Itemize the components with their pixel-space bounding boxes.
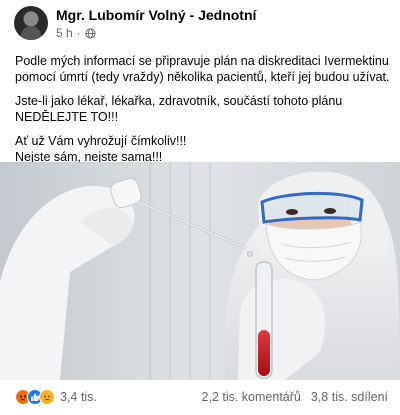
post-paragraph: Podle mých informací se připravuje plán …	[15, 54, 390, 84]
post-paragraph: Jste-li jako lékař, lékařka, zdravotník,…	[15, 94, 343, 124]
post-photo[interactable]	[0, 162, 400, 380]
post-paragraph: Ať už Vám vyhrožují čímkoliv!!! Nejste s…	[15, 134, 187, 164]
post-stats: 2,2 tis. komentářů 3,8 tis. sdílení	[202, 390, 388, 404]
post-meta: 5 h ·	[56, 26, 96, 40]
lab-scene-illustration	[0, 162, 400, 380]
meta-separator: ·	[76, 26, 81, 40]
author-name[interactable]: Mgr. Lubomír Volný - Jednotní	[56, 7, 256, 23]
shares-count-link[interactable]: 3,8 tis. sdílení	[311, 390, 388, 404]
comments-count-link[interactable]: 2,2 tis. komentářů	[202, 390, 301, 404]
author-avatar[interactable]	[14, 6, 48, 40]
post-footer: 3,4 tis. 2,2 tis. komentářů 3,8 tis. sdí…	[0, 380, 400, 415]
reaction-count: 3,4 tis.	[60, 390, 97, 404]
reactions-summary[interactable]: 3,4 tis.	[15, 389, 97, 405]
post-header: Mgr. Lubomír Volný - Jednotní 5 h ·	[0, 0, 400, 46]
post-time[interactable]: 5 h	[56, 26, 73, 40]
sad-reaction-icon	[39, 389, 55, 405]
globe-icon	[85, 27, 96, 39]
post-text: Podle mých informací se připravuje plán …	[15, 54, 390, 174]
